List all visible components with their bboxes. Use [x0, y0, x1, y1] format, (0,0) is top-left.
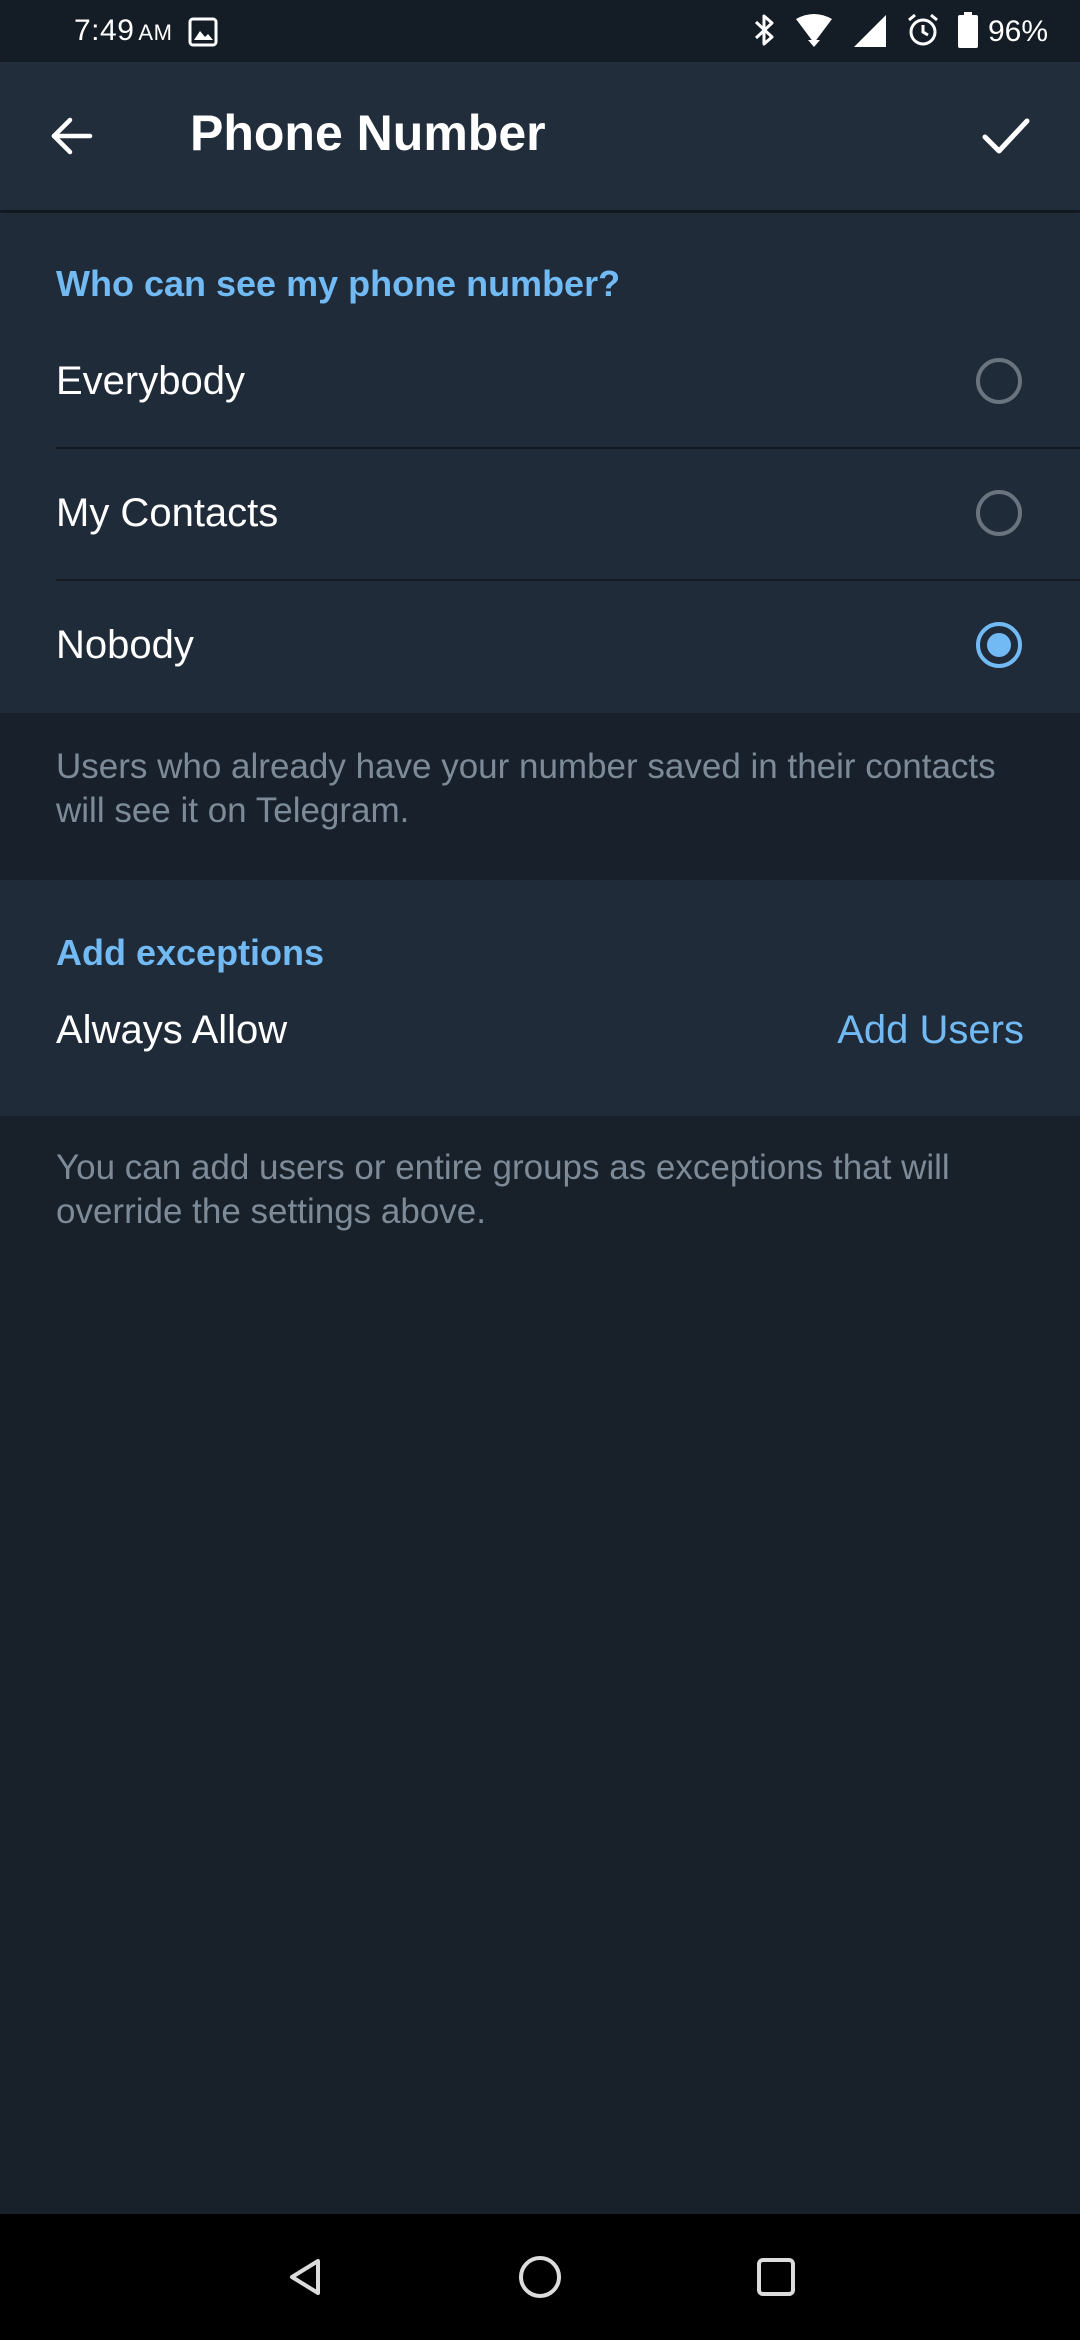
privacy-info-text: Users who already have your number saved… [56, 747, 996, 830]
back-button[interactable] [36, 100, 108, 172]
circle-home-icon [519, 2256, 561, 2298]
arrow-left-icon [51, 117, 93, 155]
privacy-section-header: Who can see my phone number? [56, 263, 621, 304]
signal-icon [852, 13, 888, 52]
exceptions-section: Add exceptions Always Allow Add Users [0, 880, 1080, 1116]
triangle-back-icon [290, 2259, 320, 2295]
status-time-value: 7:49 [74, 14, 135, 47]
app-bar: Phone Number [0, 62, 1080, 210]
status-time: 7:49 AM [74, 14, 172, 48]
option-label: My Contacts [56, 491, 279, 535]
status-icons: 96% [734, 11, 1048, 53]
page-title: Phone Number [190, 105, 546, 161]
navigation-bar [0, 2214, 1080, 2340]
privacy-info-block: Users who already have your number saved… [0, 713, 1080, 880]
always-allow-row[interactable]: Always Allow Add Users [0, 978, 1080, 1098]
gallery-notification-icon [188, 17, 218, 47]
always-allow-label: Always Allow [56, 1008, 288, 1052]
option-row-nobody[interactable]: Nobody [0, 581, 1080, 713]
radio-nobody[interactable] [976, 622, 1022, 668]
battery-icon [957, 11, 978, 53]
square-recents-icon [757, 2258, 795, 2296]
battery-percent: 96% [987, 15, 1048, 48]
check-icon [982, 118, 1030, 154]
option-label: Nobody [56, 623, 194, 667]
option-label: Everybody [56, 359, 245, 403]
wifi-icon [794, 13, 834, 52]
done-button[interactable] [966, 100, 1046, 172]
alarm-icon [906, 13, 940, 52]
exceptions-info-text: You can add users or entire groups as ex… [56, 1148, 950, 1231]
option-row-my-contacts[interactable]: My Contacts [0, 449, 1080, 581]
bluetooth-icon [752, 13, 776, 52]
add-users-button[interactable]: Add Users [837, 1008, 1024, 1053]
nav-home-button[interactable] [510, 2247, 570, 2307]
option-row-everybody[interactable]: Everybody [0, 317, 1080, 449]
nav-back-button[interactable] [276, 2247, 336, 2307]
nav-recents-button[interactable] [746, 2247, 806, 2307]
radio-my-contacts[interactable] [976, 490, 1022, 536]
status-time-ampm: AM [138, 20, 173, 45]
exceptions-section-header: Add exceptions [56, 932, 325, 973]
radio-everybody[interactable] [976, 358, 1022, 404]
status-bar: 7:49 AM 96% [0, 0, 1080, 62]
